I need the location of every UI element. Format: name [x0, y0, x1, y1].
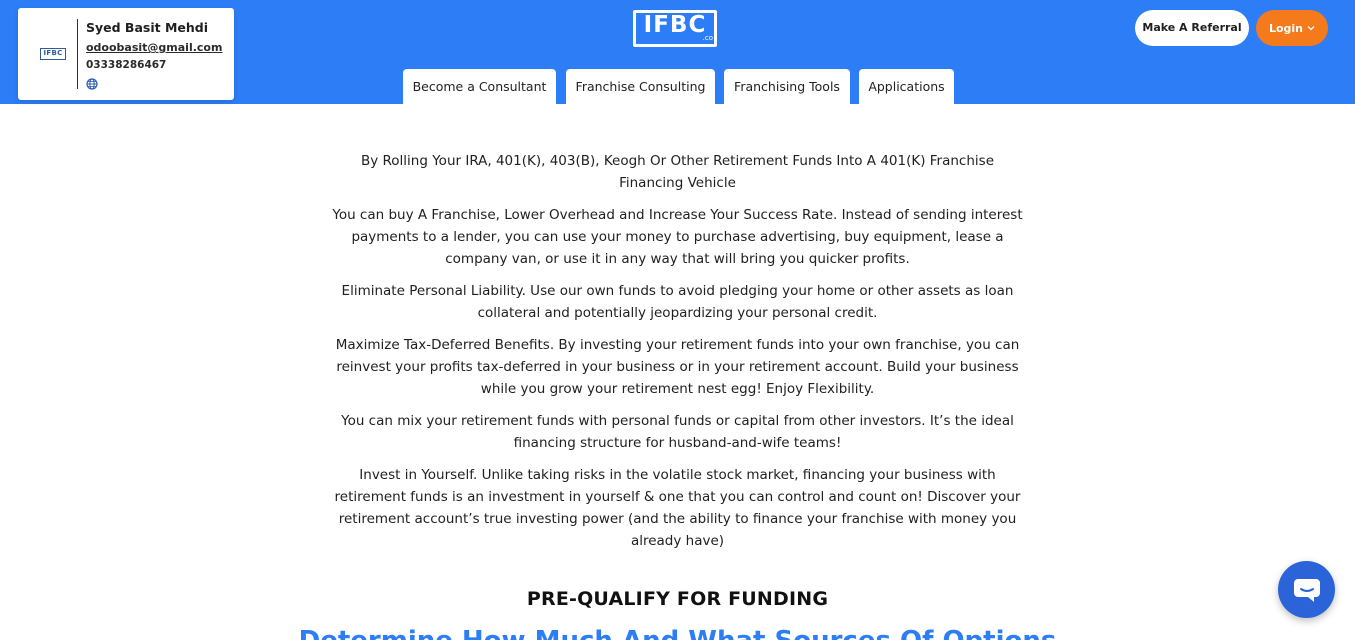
profile-phone: 03338286467 [86, 59, 167, 71]
make-referral-button[interactable]: Make A Referral [1135, 10, 1249, 46]
profile-name: Syed Basit Mehdi [86, 20, 208, 35]
content-paragraph: You can mix your retirement funds with p… [341, 413, 1014, 451]
content-paragraph: Maximize Tax-Deferred Benefits. By inves… [335, 337, 1020, 397]
globe-icon[interactable] [86, 78, 98, 90]
tab-become-consultant[interactable]: Become a Consultant [403, 69, 556, 104]
brand-logo[interactable]: IFBC .co [633, 10, 719, 48]
login-button[interactable]: Login [1256, 10, 1328, 46]
profile-card: IFBC Syed Basit Mehdi odoobasit@gmail.co… [18, 8, 234, 100]
site-header: IFBC Syed Basit Mehdi odoobasit@gmail.co… [0, 0, 1355, 104]
content-paragraph: Eliminate Personal Liability. Use our ow… [341, 283, 1014, 321]
section-heading: PRE-QUALIFY FOR FUNDING [526, 588, 829, 610]
content-paragraph: You can buy A Franchise, Lower Overhead … [332, 207, 1023, 267]
section-subheading: Determine How Much And What Sources Of O… [290, 626, 1065, 640]
profile-email-link[interactable]: odoobasit@gmail.com [86, 41, 222, 54]
brand-logo-sub: .co [702, 34, 713, 42]
profile-logo: IFBC [40, 48, 66, 60]
chat-button[interactable] [1278, 561, 1335, 618]
tab-franchise-consulting[interactable]: Franchise Consulting [566, 69, 715, 104]
tab-franchising-tools[interactable]: Franchising Tools [724, 69, 850, 104]
content-paragraph: Invest in Yourself. Unlike taking risks … [334, 467, 1021, 549]
tab-applications[interactable]: Applications [859, 69, 954, 104]
chat-bubble-icon [1293, 578, 1320, 602]
chevron-down-icon [1307, 26, 1315, 31]
profile-divider [77, 19, 78, 89]
funding-description: By Rolling Your IRA, 401(K), 403(B), Keo… [330, 150, 1025, 562]
content-paragraph: By Rolling Your IRA, 401(K), 403(B), Keo… [360, 153, 995, 191]
login-button-label: Login [1268, 21, 1304, 35]
